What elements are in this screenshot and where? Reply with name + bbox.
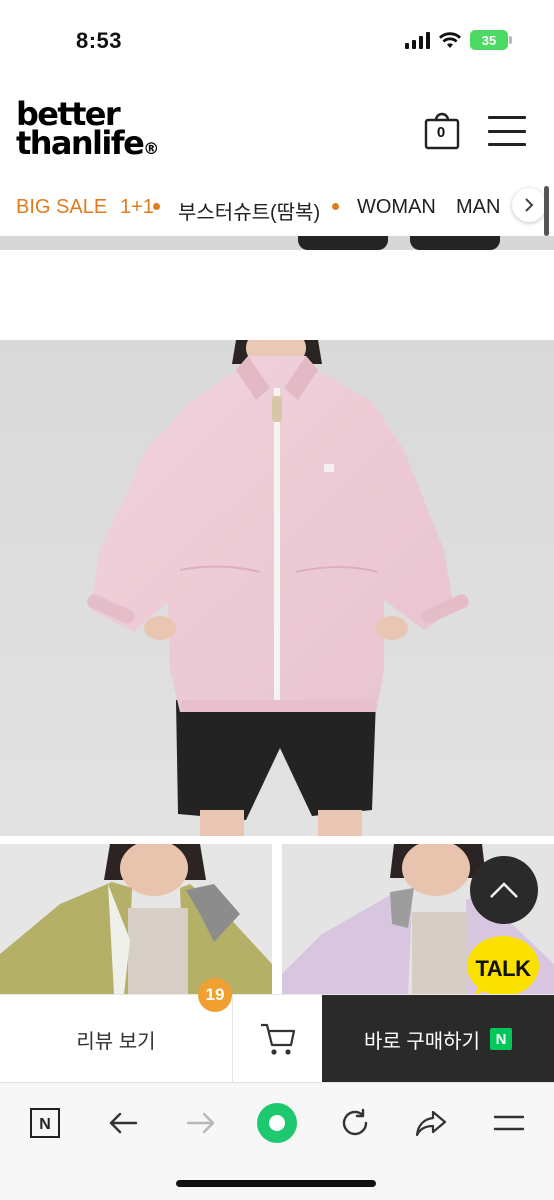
hamburger-menu-icon[interactable]	[488, 116, 526, 146]
forward-button[interactable]	[176, 1103, 226, 1143]
kakao-talk-button[interactable]: TALK	[466, 934, 540, 998]
category-nav: BIG SALE 1+1 부스터슈트(땀복) WOMAN MAN	[0, 180, 554, 236]
site-header: better thanlife® 0	[0, 80, 554, 180]
cart-button[interactable]: 0	[422, 112, 462, 150]
svg-text:N: N	[39, 1116, 51, 1133]
view-reviews-button[interactable]: 리뷰 보기	[0, 995, 232, 1083]
category-man[interactable]: MAN	[456, 196, 500, 219]
share-button[interactable]	[406, 1103, 456, 1143]
buy-now-button[interactable]: 바로 구매하기 N	[322, 995, 554, 1083]
back-arrow-icon	[109, 1112, 138, 1134]
chevron-right-icon	[525, 198, 534, 212]
reload-button[interactable]	[330, 1103, 380, 1143]
add-to-cart-button[interactable]	[232, 995, 322, 1083]
naver-home-button[interactable]: N	[20, 1103, 70, 1143]
product-thumbnail-olive[interactable]	[0, 844, 272, 994]
model-pink-jacket-illustration	[0, 340, 554, 836]
browser-menu-button[interactable]	[484, 1103, 534, 1143]
purchase-action-bar: 리뷰 보기 바로 구매하기 N	[0, 994, 554, 1083]
reload-icon	[342, 1108, 368, 1136]
category-dot	[153, 203, 160, 210]
status-icons: 35	[405, 30, 512, 50]
cart-count: 0	[436, 124, 446, 141]
green-dot-button[interactable]	[252, 1103, 302, 1143]
cellular-signal-icon	[405, 31, 430, 49]
naver-home-icon: N	[30, 1108, 60, 1138]
buy-now-label: 바로 구매하기	[364, 1030, 480, 1053]
battery-icon: 35	[470, 30, 512, 50]
logo-line-2: thanlife	[16, 124, 145, 162]
menu-icon	[493, 1115, 525, 1131]
chevron-up-icon	[490, 882, 518, 898]
forward-arrow-icon	[186, 1112, 215, 1134]
wifi-icon	[439, 32, 461, 48]
view-reviews-label: 리뷰 보기	[76, 1030, 156, 1053]
status-bar: 8:53 35	[0, 0, 554, 80]
category-dot	[332, 203, 339, 210]
share-icon	[415, 1110, 447, 1137]
previous-product-image-strip	[0, 236, 554, 250]
brand-logo[interactable]: better thanlife®	[16, 98, 160, 163]
registered-mark: ®	[143, 139, 160, 158]
cart-icon	[260, 1023, 295, 1055]
main-product-photo[interactable]	[0, 340, 554, 836]
naver-pay-icon: N	[489, 1028, 512, 1050]
category-next-button[interactable]	[512, 188, 546, 222]
category-booster-suit[interactable]: 부스터슈트(땀복)	[178, 196, 320, 225]
category-big-sale[interactable]: BIG SALE	[16, 196, 107, 219]
category-one-plus-one[interactable]: 1+1	[120, 196, 154, 219]
category-woman[interactable]: WOMAN	[357, 196, 436, 219]
home-indicator[interactable]	[176, 1180, 376, 1187]
battery-level: 35	[481, 32, 497, 48]
status-time: 8:53	[76, 28, 123, 53]
nav-scroll-indicator	[544, 186, 549, 236]
scroll-to-top-button[interactable]	[470, 856, 538, 924]
review-count-badge: 19	[198, 978, 232, 1012]
talk-label: TALK	[475, 956, 531, 981]
green-dot-icon	[257, 1103, 297, 1143]
back-button[interactable]	[98, 1103, 148, 1143]
model-olive-jacket-illustration	[0, 844, 272, 994]
